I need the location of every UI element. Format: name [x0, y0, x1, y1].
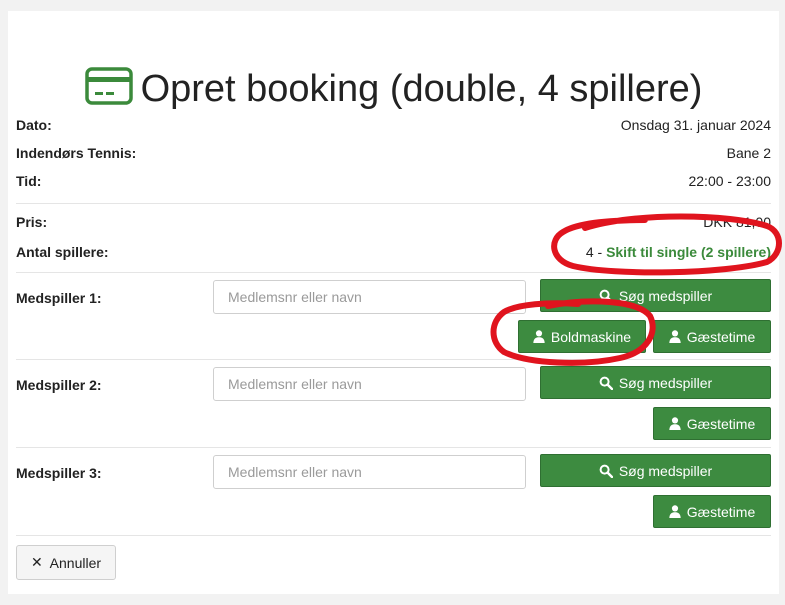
close-icon: ✕ — [30, 554, 43, 570]
ball-machine-button[interactable]: Boldmaskine — [518, 320, 646, 353]
time-value: 22:00 - 23:00 — [688, 173, 771, 189]
fellow-player-3-label: Medspiller 3: — [16, 465, 102, 481]
search-icon — [599, 376, 613, 390]
credit-card-icon — [84, 67, 133, 105]
fellow-player-1-input[interactable] — [213, 280, 526, 314]
time-label: Tid: — [16, 173, 42, 189]
booking-panel: Opret booking (double, 4 spillere) Dato:… — [8, 11, 779, 594]
court-label: Indendørs Tennis: — [16, 145, 137, 161]
search-fellow-player-3-button[interactable]: Søg medspiller — [540, 454, 771, 487]
court-value: Bane 2 — [726, 145, 771, 161]
user-icon — [669, 330, 681, 343]
players-label: Antal spillere: — [16, 244, 109, 260]
guest-hour-1-button[interactable]: Gæstetime — [653, 320, 771, 353]
guest-hour-label: Gæstetime — [686, 328, 756, 345]
page-title: Opret booking (double, 4 spillere) — [8, 67, 779, 111]
players-value: 4 - Skift til single (2 spillere) — [586, 244, 771, 260]
search-icon — [599, 289, 613, 303]
search-fellow-player-2-button[interactable]: Søg medspiller — [540, 366, 771, 399]
search-button-label: Søg medspiller — [618, 374, 713, 391]
fellow-player-2-label: Medspiller 2: — [16, 377, 102, 393]
search-button-label: Søg medspiller — [618, 462, 713, 479]
page-title-text: Opret booking (double, 4 spillere) — [140, 68, 703, 110]
switch-to-single-link[interactable]: Skift til single (2 spillere) — [606, 244, 771, 260]
price-row: Pris: DKK 81,00 — [16, 212, 771, 232]
players-separator: - — [593, 244, 607, 260]
search-icon — [599, 464, 613, 478]
divider — [16, 447, 771, 448]
guest-hour-3-button[interactable]: Gæstetime — [653, 495, 771, 528]
date-row: Dato: Onsdag 31. januar 2024 — [16, 115, 771, 135]
divider — [16, 272, 771, 273]
fellow-player-1-label: Medspiller 1: — [16, 290, 102, 306]
players-count: 4 — [585, 244, 594, 260]
price-label: Pris: — [16, 214, 48, 230]
divider — [16, 203, 771, 204]
fellow-player-3-input[interactable] — [213, 455, 526, 489]
ball-machine-label: Boldmaskine — [550, 328, 632, 345]
user-icon — [533, 330, 545, 343]
fellow-player-2-input[interactable] — [213, 367, 526, 401]
guest-hour-label: Gæstetime — [686, 503, 756, 520]
divider — [16, 359, 771, 360]
time-row: Tid: 22:00 - 23:00 — [16, 171, 771, 191]
players-row: Antal spillere: 4 - Skift til single (2 … — [16, 242, 771, 262]
search-button-label: Søg medspiller — [618, 287, 713, 304]
court-row: Indendørs Tennis: Bane 2 — [16, 143, 771, 163]
date-label: Dato: — [16, 117, 52, 133]
guest-hour-2-button[interactable]: Gæstetime — [653, 407, 771, 440]
user-icon — [669, 505, 681, 518]
search-fellow-player-1-button[interactable]: Søg medspiller — [540, 279, 771, 312]
cancel-label: Annuller — [49, 554, 102, 571]
date-value: Onsdag 31. januar 2024 — [620, 117, 771, 133]
divider — [16, 535, 771, 536]
price-value: DKK 81,00 — [703, 214, 771, 230]
cancel-button[interactable]: ✕ Annuller — [16, 545, 116, 580]
guest-hour-label: Gæstetime — [686, 415, 756, 432]
user-icon — [669, 417, 681, 430]
